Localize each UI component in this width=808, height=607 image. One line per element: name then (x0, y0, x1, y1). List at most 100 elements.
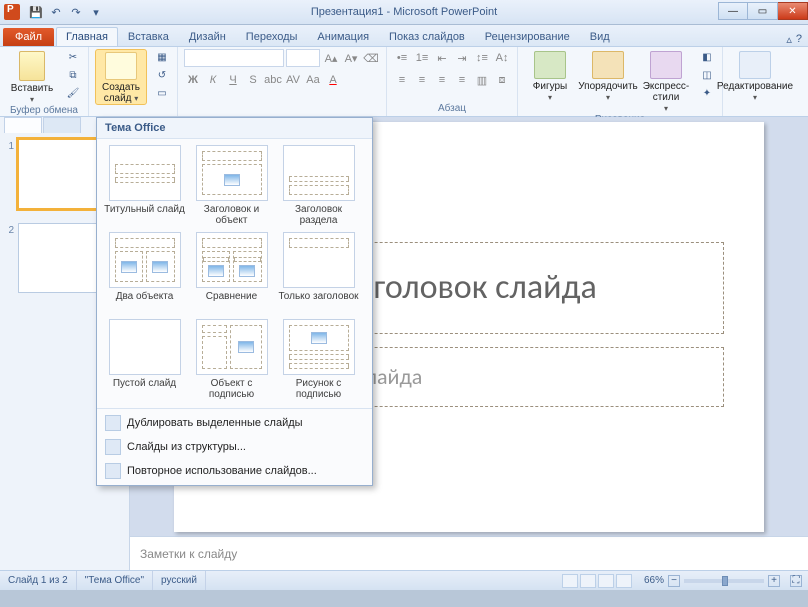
status-theme: "Тема Office" (77, 571, 153, 590)
section-icon[interactable]: ▭ (153, 85, 171, 101)
font-size-select[interactable] (286, 49, 320, 67)
tab-design[interactable]: Дизайн (179, 27, 236, 46)
paste-button[interactable]: Вставить▾ (6, 49, 58, 105)
align-center-icon[interactable]: ≡ (413, 71, 431, 89)
notes-pane[interactable]: Заметки к слайду (130, 536, 808, 570)
tab-insert[interactable]: Вставка (118, 27, 179, 46)
maximize-button[interactable]: ▭ (748, 2, 778, 20)
group-clipboard: Вставить▾ ✂ ⧉ 🖌 Буфер обмена (0, 47, 89, 116)
redo-icon[interactable]: ↷ (68, 4, 84, 20)
zoom-out-button[interactable]: − (668, 575, 680, 587)
layout-title-only[interactable]: Только заголовок (275, 232, 362, 313)
layout-icon[interactable]: ▦ (153, 49, 171, 65)
line-spacing-icon[interactable]: ↕≡ (473, 49, 491, 67)
duplicate-icon (105, 415, 121, 431)
app-icon (4, 4, 20, 20)
tab-home[interactable]: Главная (56, 27, 118, 46)
underline-icon[interactable]: Ч (224, 71, 242, 89)
status-language[interactable]: русский (153, 571, 206, 590)
shadow-icon[interactable]: abc (264, 71, 282, 89)
strike-icon[interactable]: S (244, 71, 262, 89)
layout-title-slide[interactable]: Титульный слайд (101, 145, 188, 226)
reuse-slides-action[interactable]: Повторное использование слайдов... (97, 459, 372, 483)
bold-icon[interactable]: Ж (184, 71, 202, 89)
indent-inc-icon[interactable]: ⇥ (453, 49, 471, 67)
tab-transitions[interactable]: Переходы (236, 27, 308, 46)
status-bar: Слайд 1 из 2 "Тема Office" русский 66% −… (0, 570, 808, 590)
smartart-icon[interactable]: ⧈ (493, 71, 511, 89)
italic-icon[interactable]: К (204, 71, 222, 89)
save-icon[interactable]: 💾 (28, 4, 44, 20)
tab-slideshow[interactable]: Показ слайдов (379, 27, 475, 46)
layout-comparison[interactable]: Сравнение (188, 232, 275, 313)
layout-section-header[interactable]: Заголовок раздела (275, 145, 362, 226)
undo-icon[interactable]: ↶ (48, 4, 64, 20)
bullets-icon[interactable]: •≡ (393, 49, 411, 67)
tab-animation[interactable]: Анимация (307, 27, 379, 46)
cut-icon[interactable]: ✂ (64, 49, 82, 65)
fit-to-window-button[interactable]: ⛶ (790, 575, 802, 587)
minimize-button[interactable]: — (718, 2, 748, 20)
shapes-icon (534, 51, 566, 79)
slideshow-view-icon[interactable] (616, 574, 632, 588)
thumbnails-tab-slides[interactable] (4, 117, 42, 133)
normal-view-icon[interactable] (562, 574, 578, 588)
shape-fill-icon[interactable]: ◧ (698, 49, 716, 65)
qat-customize-icon[interactable]: ▾ (88, 4, 104, 20)
shrink-font-icon[interactable]: A▾ (342, 49, 360, 67)
arrange-button[interactable]: Упорядочить▾ (582, 49, 634, 103)
paste-label: Вставить (11, 83, 53, 94)
tab-review[interactable]: Рецензирование (475, 27, 580, 46)
shapes-button[interactable]: Фигуры▾ (524, 49, 576, 103)
layout-two-content[interactable]: Два объекта (101, 232, 188, 313)
ribbon-tabs: Файл Главная Вставка Дизайн Переходы Ани… (0, 25, 808, 47)
align-right-icon[interactable]: ≡ (433, 71, 451, 89)
spacing-icon[interactable]: AV (284, 71, 302, 89)
text-direction-icon[interactable]: A↕ (493, 49, 511, 67)
quick-styles-button[interactable]: Экспресс-стили▾ (640, 49, 692, 114)
group-drawing: Фигуры▾ Упорядочить▾ Экспресс-стили▾ ◧ ◫… (518, 47, 723, 116)
copy-icon[interactable]: ⧉ (64, 67, 82, 83)
shape-effects-icon[interactable]: ✦ (698, 85, 716, 101)
indent-dec-icon[interactable]: ⇤ (433, 49, 451, 67)
layout-blank[interactable]: Пустой слайд (101, 319, 188, 400)
arrange-icon (592, 51, 624, 79)
columns-icon[interactable]: ▥ (473, 71, 491, 89)
zoom-in-button[interactable]: + (768, 575, 780, 587)
editing-button[interactable]: Редактирование▾ (729, 49, 781, 103)
outline-label: Слайды из структуры... (127, 441, 246, 453)
group-paragraph-label: Абзац (393, 103, 511, 116)
tab-view[interactable]: Вид (580, 27, 620, 46)
help-icon[interactable]: ? (796, 33, 802, 46)
layout-picture-caption[interactable]: Рисунок с подписью (275, 319, 362, 400)
clear-format-icon[interactable]: ⌫ (362, 49, 380, 67)
reset-icon[interactable]: ↺ (153, 67, 171, 83)
arrange-label: Упорядочить (578, 81, 638, 92)
minimize-ribbon-icon[interactable]: ▵ (786, 33, 792, 46)
reuse-label: Повторное использование слайдов... (127, 465, 317, 477)
quick-styles-label: Экспресс-стили (643, 81, 690, 103)
numbering-icon[interactable]: 1≡ (413, 49, 431, 67)
format-painter-icon[interactable]: 🖌 (64, 85, 82, 101)
grow-font-icon[interactable]: A▴ (322, 49, 340, 67)
ribbon: Вставить▾ ✂ ⧉ 🖌 Буфер обмена Создать сла… (0, 47, 808, 117)
sorter-view-icon[interactable] (580, 574, 596, 588)
outline-icon (105, 439, 121, 455)
layout-title-content[interactable]: Заголовок и объект (188, 145, 275, 226)
shape-outline-icon[interactable]: ◫ (698, 67, 716, 83)
slides-from-outline-action[interactable]: Слайды из структуры... (97, 435, 372, 459)
font-color-icon[interactable]: A (324, 71, 342, 89)
file-tab[interactable]: Файл (3, 28, 54, 46)
zoom-slider[interactable] (684, 579, 764, 583)
close-button[interactable]: ✕ (778, 2, 808, 20)
thumbnails-tab-outline[interactable] (43, 117, 81, 133)
duplicate-slides-action[interactable]: Дублировать выделенные слайды (97, 411, 372, 435)
status-slide-number: Слайд 1 из 2 (0, 571, 77, 590)
font-family-select[interactable] (184, 49, 284, 67)
new-slide-button[interactable]: Создать слайд ▾ (95, 49, 147, 105)
justify-icon[interactable]: ≡ (453, 71, 471, 89)
case-icon[interactable]: Aa (304, 71, 322, 89)
reading-view-icon[interactable] (598, 574, 614, 588)
layout-content-caption[interactable]: Объект с подписью (188, 319, 275, 400)
align-left-icon[interactable]: ≡ (393, 71, 411, 89)
